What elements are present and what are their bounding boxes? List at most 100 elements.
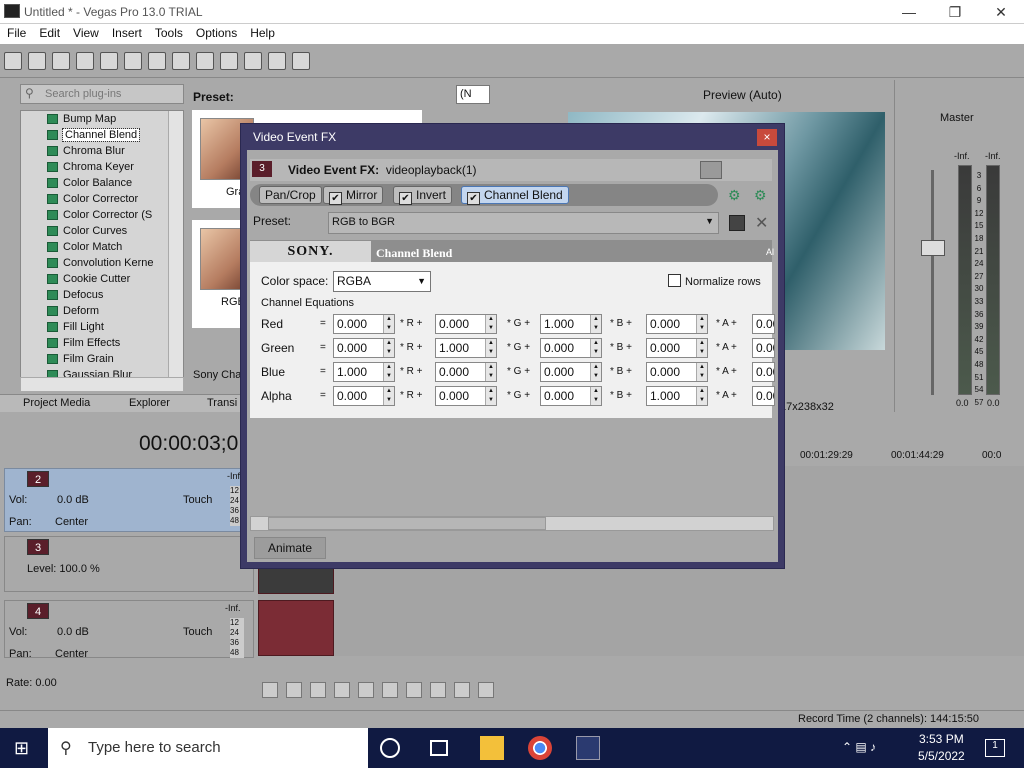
save-icon[interactable] [52,52,70,70]
coefficient-input[interactable]: 0.000 ▲ ▼ [435,314,497,334]
coefficient-input[interactable]: 0.000 ▲ ▼ [333,314,395,334]
check-icon[interactable]: ✔ [329,192,342,205]
spin-arrows-icon[interactable]: ▲ ▼ [383,315,394,333]
render-icon[interactable] [100,52,118,70]
prev-frame-icon[interactable] [454,682,470,698]
master-fader-handle[interactable] [921,240,945,256]
coefficient-input[interactable]: 0.000 ▲ ▼ [646,338,708,358]
pause-icon[interactable] [358,682,374,698]
spin-arrows-icon[interactable]: ▲ ▼ [696,363,707,381]
coefficient-input[interactable]: 0.000 ▲ ▼ [435,362,497,382]
coefficient-input[interactable]: 0.00 [752,362,775,382]
plugin-item[interactable]: Bump Map [21,111,183,127]
animate-button[interactable]: Animate [254,537,326,559]
preview-quality-label[interactable]: Preview (Auto) [703,88,782,102]
checkbox-icon[interactable] [668,274,681,287]
go-to-start-icon[interactable] [406,682,422,698]
coefficient-input[interactable]: 0.000 ▲ ▼ [646,314,708,334]
coefficient-input[interactable]: 1.000 ▲ ▼ [646,386,708,406]
chain-invert[interactable]: ✔ Invert [393,186,453,205]
spin-arrows-icon[interactable]: ▲ ▼ [590,315,601,333]
plugin-item[interactable]: Color Balance [21,175,183,191]
spin-arrows-icon[interactable]: ▲ ▼ [485,387,496,405]
system-tray-icons[interactable]: ⌃ ▤ ♪ [842,740,876,754]
menu-insert[interactable]: Insert [105,24,148,40]
undo-icon[interactable] [220,52,238,70]
coefficient-input[interactable]: 1.000 ▲ ▼ [540,314,602,334]
coefficient-input[interactable]: 0.000 ▲ ▼ [540,338,602,358]
vegas-taskbar-icon[interactable] [576,736,600,760]
audio-clip[interactable] [258,600,334,656]
cursor-icon[interactable] [268,52,286,70]
dialog-close-button[interactable]: × [757,129,777,146]
coefficient-input[interactable]: 0.00 [752,314,775,334]
menu-view[interactable]: View [66,24,105,40]
coefficient-input[interactable]: 0.00 [752,338,775,358]
spin-arrows-icon[interactable]: ▲ ▼ [383,363,394,381]
plugin-item[interactable]: Color Curves [21,223,183,239]
next-frame-icon[interactable] [478,682,494,698]
menu-options[interactable]: Options [189,24,243,40]
coefficient-input[interactable]: 0.000 ▲ ▼ [646,362,708,382]
coefficient-input[interactable]: 1.000 ▲ ▼ [435,338,497,358]
check-icon[interactable]: ✔ [467,192,480,205]
plugin-item[interactable]: Convolution Kerne [21,255,183,271]
coefficient-input[interactable]: 1.000 ▲ ▼ [333,362,395,382]
track-header-2[interactable]: 2 Vol: 0.0 dB Touch Pan: Center -Inf [4,468,254,532]
automation-mode[interactable]: Touch [183,626,212,638]
chain-pan-crop[interactable]: Pan/Crop [259,186,322,204]
go-to-end-icon[interactable] [430,682,446,698]
chain-mirror[interactable]: ✔ Mirror [323,186,384,205]
file-explorer-icon[interactable] [480,736,504,760]
chain-channel-blend[interactable]: ✔ Channel Blend [461,186,569,205]
close-icon[interactable]: ✕ [978,0,1024,24]
windows-start-icon[interactable]: ⊞ [14,738,29,759]
coefficient-input[interactable]: 0.000 ▲ ▼ [333,338,395,358]
track-header-3[interactable]: 3 Level: 100.0 % [4,536,254,592]
spin-arrows-icon[interactable]: ▲ ▼ [696,315,707,333]
coefficient-input[interactable]: 0.00 [752,386,775,406]
spin-arrows-icon[interactable]: ▲ ▼ [696,387,707,405]
minimize-icon[interactable]: — [886,0,932,24]
coefficient-input[interactable]: 0.000 ▲ ▼ [435,386,497,406]
menu-help[interactable]: Help [243,24,281,40]
add-fx-icon[interactable]: ⚙ [728,187,744,203]
taskbar-search-box[interactable]: ⚲ Type here to search [48,728,368,768]
layout-tiles-icon[interactable] [752,161,770,179]
coefficient-input[interactable]: 0.000 ▲ ▼ [540,386,602,406]
tab-transitions[interactable]: Transi [207,395,237,409]
play-icon[interactable] [334,682,350,698]
envelope-tool-icon[interactable] [292,52,310,70]
menu-edit[interactable]: Edit [32,24,66,40]
spin-arrows-icon[interactable]: ▲ ▼ [383,387,394,405]
loop-icon[interactable] [286,682,302,698]
preview-dropdown[interactable]: (N [456,85,490,104]
search-plugins-input[interactable]: Search plug-ins [20,84,184,104]
spin-arrows-icon[interactable]: ▲ ▼ [590,363,601,381]
record-icon[interactable] [262,682,278,698]
delete-preset-icon[interactable]: ✕ [755,213,768,233]
plugin-item[interactable]: Film Effects [21,335,183,351]
plugin-item[interactable]: Fill Light [21,319,183,335]
spin-arrows-icon[interactable]: ▲ ▼ [485,315,496,333]
spin-arrows-icon[interactable]: ▲ ▼ [590,339,601,357]
task-view-icon[interactable] [430,740,448,756]
copy-icon[interactable] [172,52,190,70]
plugin-item[interactable]: Color Match [21,239,183,255]
timeline-ruler[interactable]: 00:01:29:29 00:01:44:29 00:0 [790,450,1024,466]
cut-icon[interactable] [148,52,166,70]
tab-explorer[interactable]: Explorer [129,395,170,409]
check-icon[interactable]: ✔ [399,192,412,205]
taskbar-clock[interactable]: 3:53 PM 5/5/2022 [918,731,965,765]
layout-grid-icon[interactable] [728,161,746,179]
layout-list-icon[interactable] [700,161,722,179]
save-preset-icon[interactable] [729,215,745,231]
stop-icon[interactable] [382,682,398,698]
plugin-item[interactable]: Color Corrector (S [21,207,183,223]
spin-arrows-icon[interactable]: ▲ ▼ [590,387,601,405]
spin-arrows-icon[interactable]: ▲ ▼ [485,339,496,357]
properties-icon[interactable] [124,52,142,70]
track-header-4[interactable]: 4 Vol: 0.0 dB Touch Pan: Center -Inf. [4,600,254,660]
preset-select[interactable]: RGB to BGR ▼ [328,212,719,234]
save-as-icon[interactable] [76,52,94,70]
